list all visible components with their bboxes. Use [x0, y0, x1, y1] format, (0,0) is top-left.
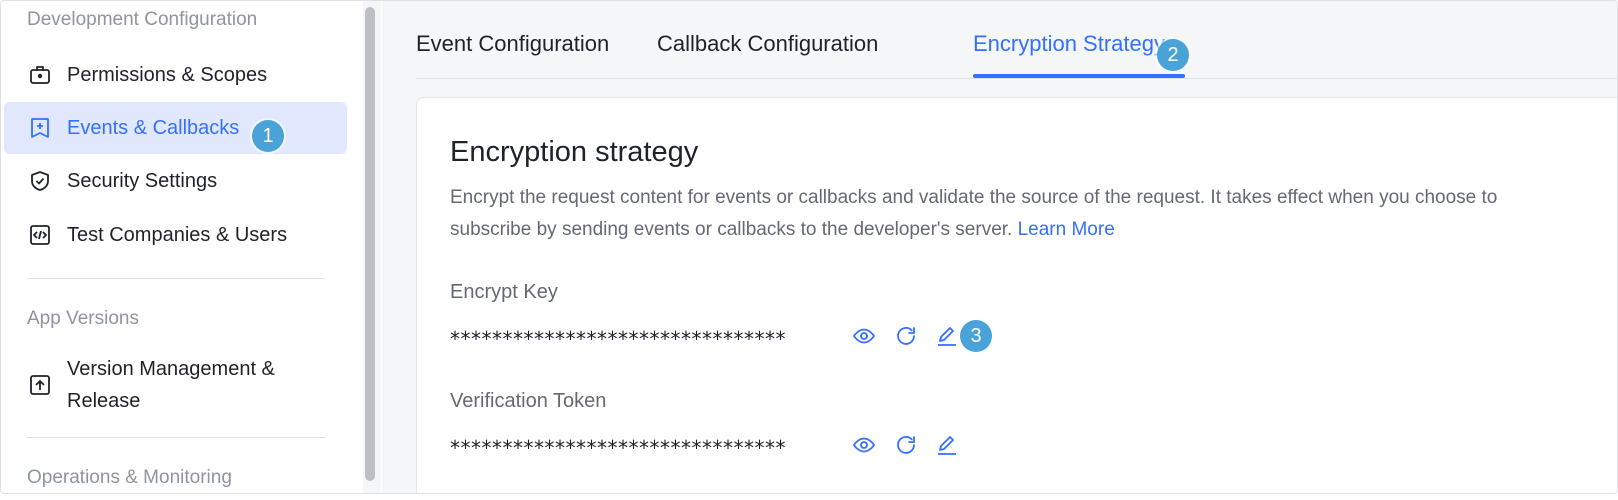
section-title-development: Development Configuration: [27, 9, 258, 30]
sidebar-divider: [27, 278, 325, 279]
main-panel: Event Configuration Callback Configurati…: [382, 1, 1617, 493]
tab-callback-configuration[interactable]: Callback Configuration: [657, 31, 878, 57]
learn-more-link[interactable]: Learn More: [1018, 219, 1115, 240]
eye-icon[interactable]: [851, 323, 877, 349]
briefcase-icon: [27, 62, 53, 88]
app-window: Development Configuration Permissions & …: [0, 0, 1618, 494]
step-badge-1: 1: [252, 120, 284, 152]
active-tab-indicator: [973, 74, 1185, 78]
step-badge-2: 2: [1157, 39, 1189, 71]
sidebar-item-label: Permissions & Scopes: [67, 63, 268, 86]
verification-token-label: Verification Token: [450, 390, 607, 412]
plus-square-icon: [27, 115, 53, 141]
encryption-card: Encryption strategy Encrypt the request …: [416, 97, 1617, 493]
edit-icon[interactable]: [934, 432, 960, 458]
sidebar-divider: [27, 437, 325, 438]
sidebar: Development Configuration Permissions & …: [1, 1, 381, 493]
sidebar-item-test-companies[interactable]: Test Companies & Users: [4, 209, 347, 261]
sidebar-item-events-callbacks[interactable]: Events & Callbacks: [4, 102, 347, 154]
sidebar-item-permissions[interactable]: Permissions & Scopes: [4, 49, 347, 101]
section-title-operations: Operations & Monitoring: [27, 467, 232, 488]
edit-icon[interactable]: [934, 323, 960, 349]
refresh-icon[interactable]: [893, 432, 919, 458]
sidebar-item-label: Version Management & Release: [67, 358, 275, 412]
eye-icon[interactable]: [851, 432, 877, 458]
step-badge-3: 3: [960, 320, 992, 352]
encrypt-key-value: ********************************: [450, 327, 786, 351]
sidebar-item-version-management[interactable]: Version Management & Release: [4, 342, 347, 428]
description-text: Encrypt the request content for events o…: [450, 187, 1498, 240]
tab-event-configuration[interactable]: Event Configuration: [416, 31, 609, 57]
encrypt-key-label: Encrypt Key: [450, 281, 558, 303]
sidebar-item-label: Security Settings: [67, 169, 218, 192]
code-square-icon: [27, 222, 53, 248]
tab-bar: Event Configuration Callback Configurati…: [416, 1, 1617, 79]
tab-encryption-strategy[interactable]: Encryption Strategy: [973, 31, 1165, 57]
sidebar-item-label: Test Companies & Users: [67, 223, 288, 246]
sidebar-item-security-settings[interactable]: Security Settings: [4, 155, 347, 207]
verification-token-value: ********************************: [450, 436, 786, 460]
section-title-app-versions: App Versions: [27, 308, 139, 329]
card-title: Encryption strategy: [450, 136, 699, 168]
sidebar-scrollbar-thumb[interactable]: [365, 7, 375, 481]
refresh-icon[interactable]: [893, 323, 919, 349]
upload-square-icon: [27, 372, 53, 398]
sidebar-item-label: Events & Callbacks: [67, 116, 240, 139]
shield-check-icon: [27, 168, 53, 194]
card-description: Encrypt the request content for events o…: [450, 182, 1580, 246]
